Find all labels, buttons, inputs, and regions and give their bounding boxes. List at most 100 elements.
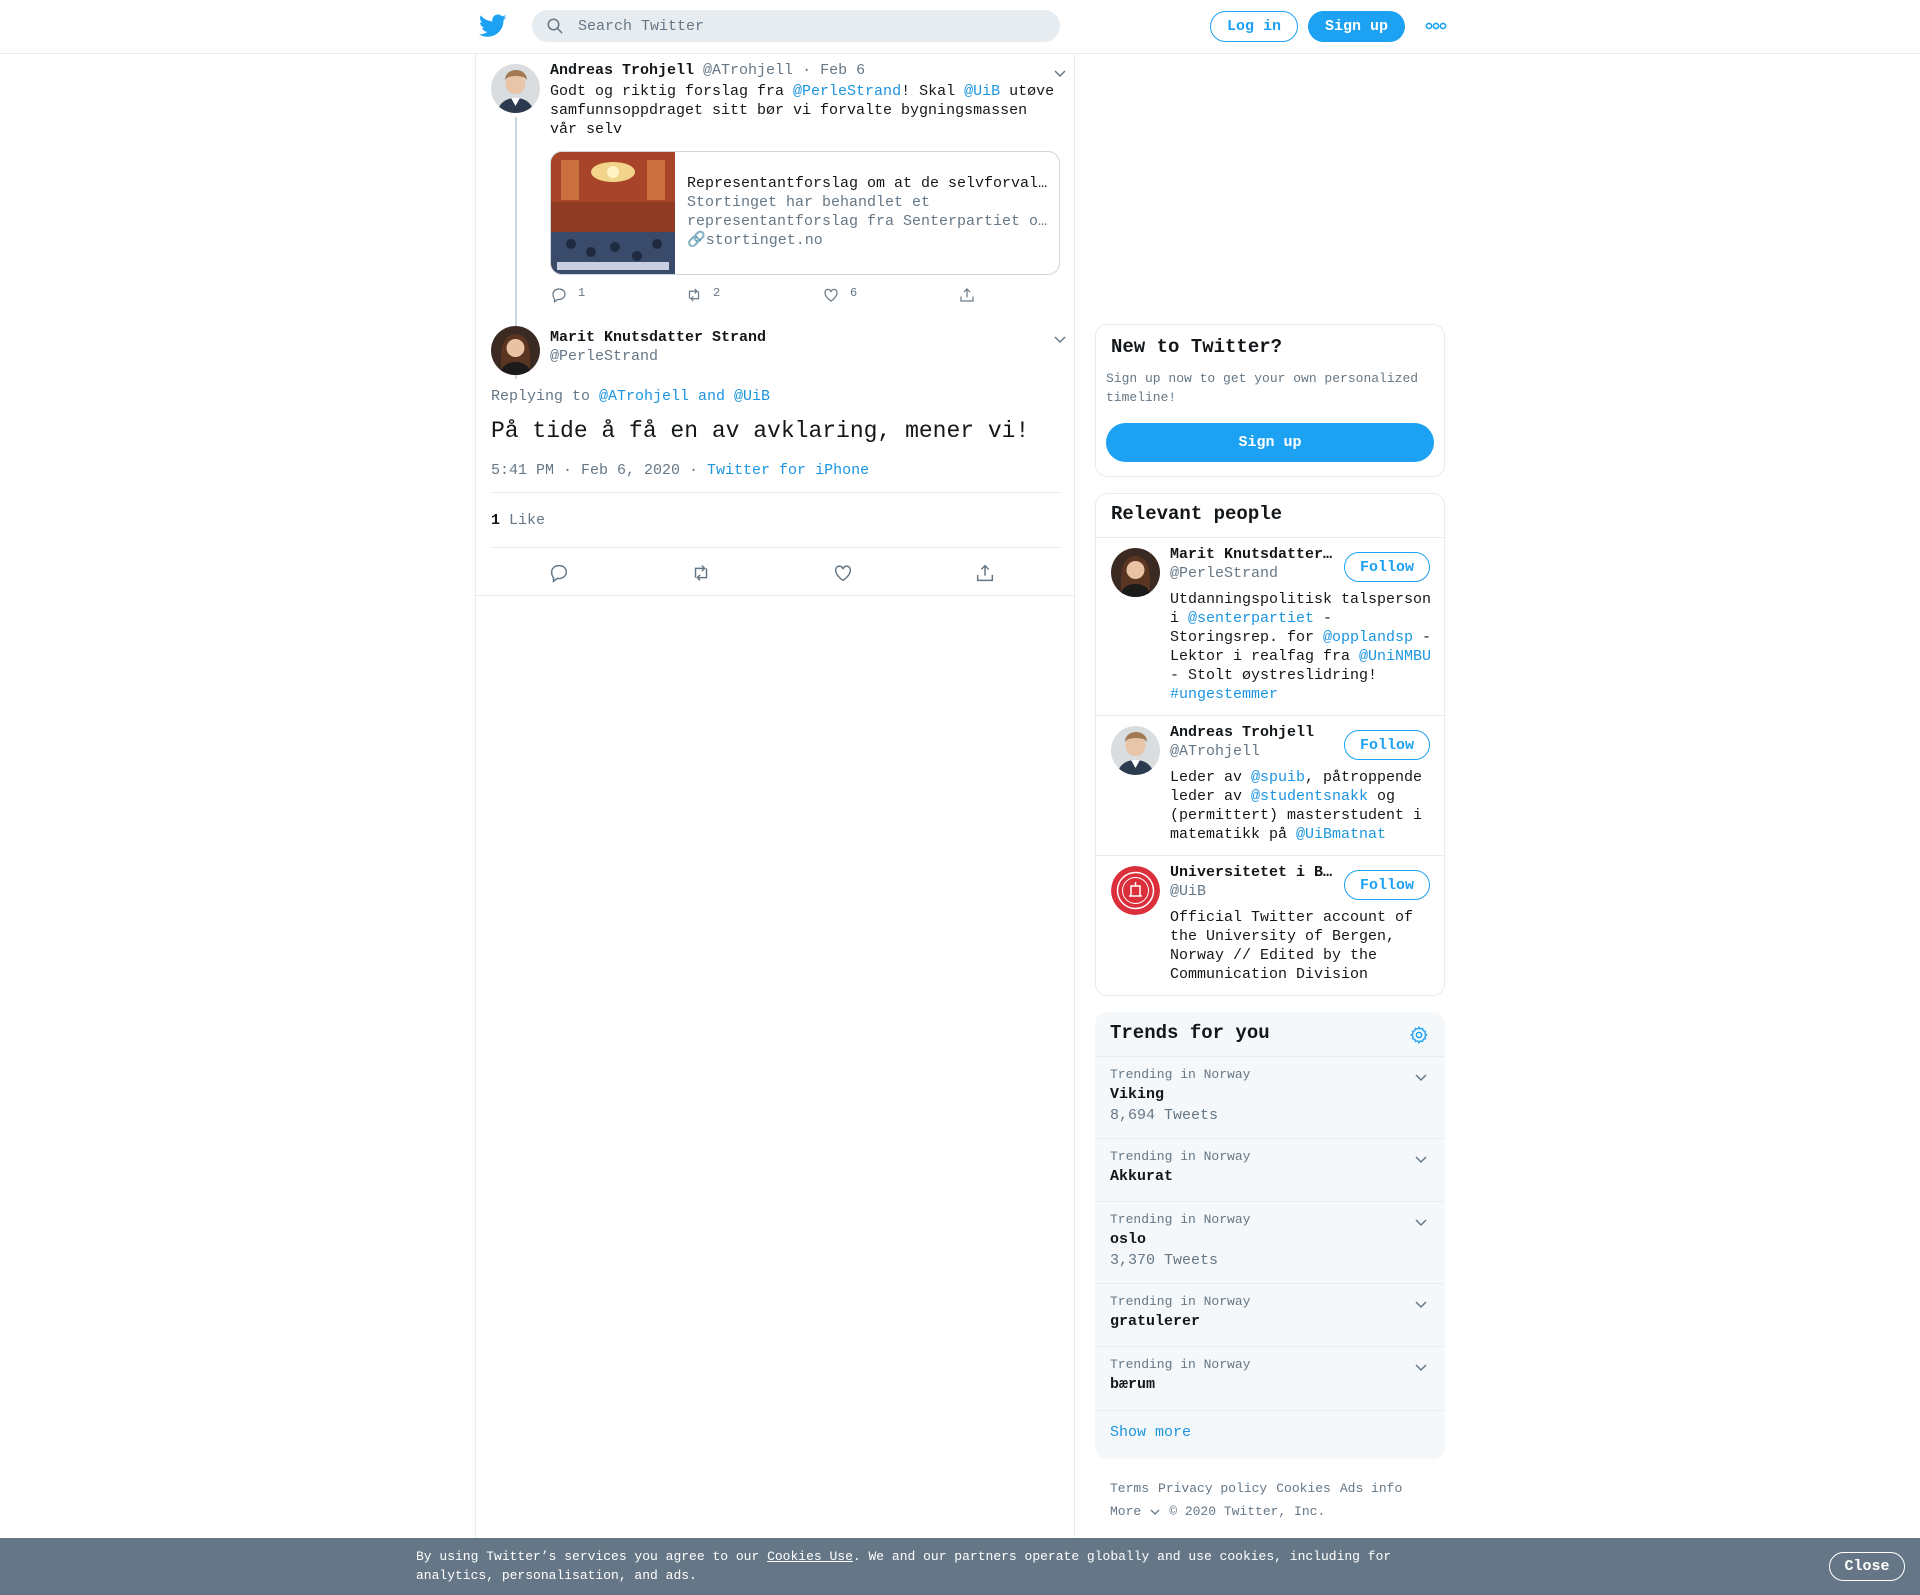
twitter-bird-logo-icon[interactable] (479, 13, 507, 39)
show-more-link[interactable]: Show more (1110, 1424, 1191, 1441)
person-item[interactable]: Universitetet i Bergen @UiB Follow Offic… (1096, 855, 1444, 995)
likes-label: Like (509, 512, 546, 529)
avatar[interactable] (491, 64, 540, 113)
trend-context: Trending in Norway (1110, 1212, 1251, 1227)
trend-item[interactable]: Trending in Norway Akkurat (1095, 1138, 1445, 1201)
retweet-button[interactable]: 2 (685, 286, 720, 304)
replying-to-link[interactable]: @ATrohjell and @UiB (599, 388, 770, 405)
mention-link[interactable]: @senterpartiet (1188, 610, 1314, 627)
likes-count: 1 (491, 512, 501, 529)
trend-item[interactable]: Trending in Norway oslo 3,370 Tweets (1095, 1201, 1445, 1283)
avatar[interactable] (1111, 866, 1160, 915)
author-name[interactable]: Andreas Trohjell (550, 62, 694, 79)
footer-row: Terms Privacy policy Cookies Ads info (1110, 1477, 1440, 1500)
ads-info-link[interactable]: Ads info (1340, 1481, 1402, 1496)
close-button[interactable]: Close (1829, 1552, 1905, 1581)
like-button[interactable]: 6 (822, 286, 857, 304)
reply-icon[interactable] (548, 562, 570, 584)
hashtag-link[interactable]: #ungestemmer (1170, 686, 1278, 703)
tweet-thread: Andreas Trohjell @ATrohjell · Feb 6 Godt… (475, 54, 1075, 1538)
follow-button[interactable]: Follow (1344, 730, 1430, 760)
link-card[interactable]: Representantforslag om at de selvforvalt… (550, 151, 1060, 275)
avatar-andreas-image (1111, 726, 1160, 775)
mention-link[interactable]: @PerleStrand (793, 83, 901, 100)
search-input[interactable] (578, 17, 1038, 35)
chevron-down-icon[interactable] (1413, 1151, 1429, 1167)
follow-button[interactable]: Follow (1344, 552, 1430, 582)
person-name[interactable]: Universitetet i Bergen (1170, 864, 1340, 881)
avatar[interactable] (1111, 548, 1160, 597)
terms-link[interactable]: Terms (1110, 1481, 1149, 1496)
author-name[interactable]: Marit Knutsdatter Strand (550, 329, 766, 346)
trend-name: bærum (1110, 1376, 1156, 1393)
trend-name: gratulerer (1110, 1313, 1201, 1330)
person-handle[interactable]: @UiB (1170, 883, 1206, 900)
avatar[interactable] (1111, 726, 1160, 775)
divider (476, 595, 1074, 596)
author-handle[interactable]: @PerleStrand (550, 348, 658, 365)
separator: · (680, 462, 708, 479)
footer-row: More © 2020 Twitter, Inc. (1110, 1500, 1440, 1523)
avatar-marit-image (491, 326, 540, 375)
likes-summary[interactable]: 1 Like (491, 512, 545, 529)
login-button[interactable]: Log in (1210, 11, 1298, 42)
search-box[interactable] (532, 10, 1060, 42)
panel-title: Trends for you (1110, 1022, 1270, 1044)
bio-text: Leder av (1170, 769, 1252, 786)
cookies-link[interactable]: Cookies (1276, 1481, 1331, 1496)
tweet-timestamp[interactable]: 5:41 PM · Feb 6, 2020 (491, 462, 680, 479)
divider (491, 547, 1061, 548)
cookies-use-link[interactable]: Cookies Use (767, 1549, 853, 1564)
link-card-title: Representantforslag om at de selvforvalt… (687, 175, 1052, 192)
person-item[interactable]: Andreas Trohjell @ATrohjell Follow Leder… (1096, 715, 1444, 855)
person-handle[interactable]: @ATrohjell (1170, 743, 1260, 760)
new-to-twitter-panel: New to Twitter? Sign up now to get your … (1095, 324, 1445, 477)
tweet-text-part: ! Skal (901, 83, 965, 100)
signup-button[interactable]: Sign up (1308, 11, 1405, 42)
mention-link[interactable]: @opplandsp (1323, 629, 1413, 646)
chevron-down-icon[interactable] (1413, 1214, 1429, 1230)
tweet-text: Godt og riktig forslag fra @PerleStrand!… (550, 82, 1060, 139)
trend-item[interactable]: Trending in Norway Viking 8,694 Tweets (1095, 1056, 1445, 1138)
chevron-down-icon[interactable] (1413, 1069, 1429, 1085)
tweet-date[interactable]: Feb 6 (820, 62, 865, 79)
more-link[interactable]: More (1110, 1504, 1160, 1519)
heart-icon[interactable] (832, 562, 854, 584)
mention-link[interactable]: @spuib (1251, 769, 1305, 786)
trend-context: Trending in Norway (1110, 1357, 1251, 1372)
more-options-icon[interactable] (1425, 20, 1447, 32)
tweet-source-link[interactable]: Twitter for iPhone (707, 462, 869, 479)
link-card-domain: 🔗stortinget.no (687, 231, 1052, 250)
share-button[interactable] (958, 286, 986, 304)
follow-button[interactable]: Follow (1344, 870, 1430, 900)
chevron-down-icon[interactable] (1413, 1296, 1429, 1312)
avatar[interactable] (491, 326, 540, 375)
trend-item[interactable]: Trending in Norway bærum (1095, 1346, 1445, 1410)
trend-name: oslo (1110, 1231, 1147, 1248)
share-icon[interactable] (974, 562, 996, 584)
person-name[interactable]: Andreas Trohjell (1170, 724, 1340, 741)
chevron-down-icon[interactable] (1413, 1359, 1429, 1375)
mention-link[interactable]: @UiB (964, 83, 1000, 100)
person-name[interactable]: Marit Knutsdatter Strand (1170, 546, 1340, 563)
trend-item[interactable]: Trending in Norway gratulerer (1095, 1283, 1445, 1346)
author-handle[interactable]: @ATrohjell (703, 62, 793, 79)
retweet-icon[interactable] (690, 562, 712, 584)
chevron-down-icon[interactable] (1052, 65, 1068, 81)
mention-link[interactable]: @UiBmatnat (1296, 826, 1386, 843)
reply-button[interactable]: 1 (550, 286, 585, 304)
reply-count: 1 (578, 286, 586, 300)
tweet-actions (491, 562, 1061, 584)
trend-context: Trending in Norway (1110, 1067, 1251, 1082)
mention-link[interactable]: @studentsnakk (1251, 788, 1368, 805)
person-handle[interactable]: @PerleStrand (1170, 565, 1278, 582)
signup-button[interactable]: Sign up (1106, 423, 1434, 462)
privacy-link[interactable]: Privacy policy (1158, 1481, 1267, 1496)
separator: · (802, 62, 812, 79)
mention-link[interactable]: @UniNMBU (1359, 648, 1431, 665)
gear-icon[interactable] (1409, 1025, 1429, 1045)
chevron-down-icon[interactable] (1052, 331, 1068, 347)
like-count: 6 (850, 286, 858, 300)
person-item[interactable]: Marit Knutsdatter Strand @PerleStrand Fo… (1096, 537, 1444, 715)
more-label: More (1110, 1504, 1142, 1519)
